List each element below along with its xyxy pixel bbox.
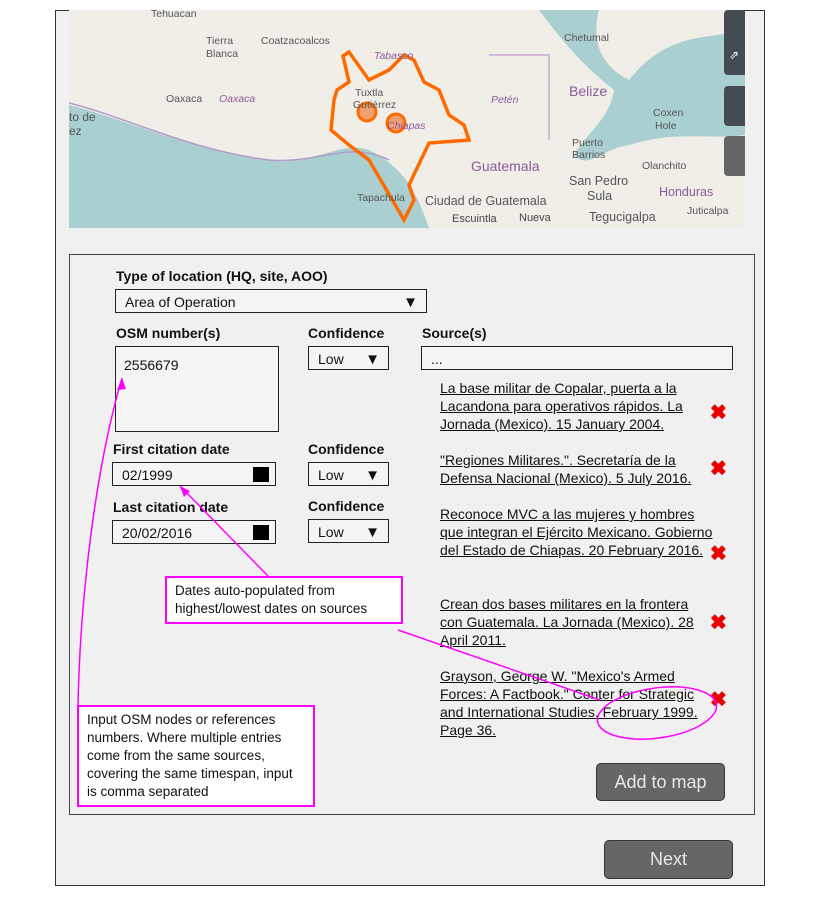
dates-annotation: Dates auto-populated from highest/lowest…: [165, 576, 403, 624]
next-button[interactable]: Next: [604, 840, 733, 879]
osm-annotation: Input OSM nodes or references numbers. W…: [77, 705, 315, 807]
